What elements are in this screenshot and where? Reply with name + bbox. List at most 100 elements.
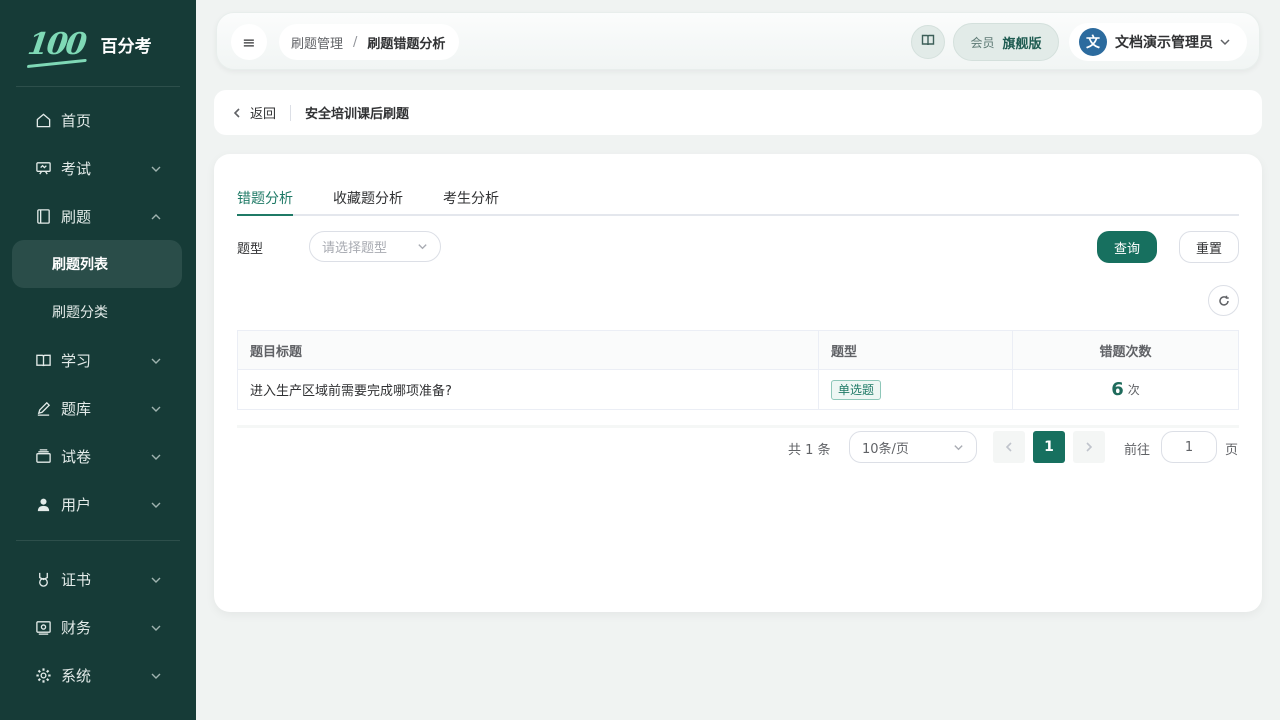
- exam-board-icon: [34, 159, 52, 177]
- sidebar-item-label: 财务: [61, 618, 92, 637]
- wrong-count-unit: 次: [1127, 383, 1140, 397]
- goto-label: 前往: [1124, 443, 1151, 458]
- column-header-title[interactable]: 题目标题: [238, 331, 819, 369]
- chevron-down-icon: [1219, 36, 1231, 52]
- chevron-left-icon: [233, 107, 240, 118]
- breadcrumb: 刷题管理 / 刷题错题分析: [279, 24, 460, 60]
- chevron-down-icon: [417, 241, 428, 256]
- column-header-type[interactable]: 题型: [819, 331, 1013, 369]
- sidebar-item-system[interactable]: 系统: [12, 651, 182, 699]
- tab-favorite-analysis[interactable]: 收藏题分析: [333, 188, 403, 216]
- sidebar-subitem-practice-list[interactable]: 刷题列表: [12, 240, 182, 288]
- filter-label: 题型: [237, 242, 264, 257]
- page-size-select[interactable]: 10条/页: [849, 431, 977, 463]
- sidebar-item-label: 刷题分类: [52, 305, 108, 321]
- tabs: 错题分析 收藏题分析 考生分析: [237, 184, 1239, 216]
- user-menu[interactable]: 文 文档演示管理员: [1069, 23, 1247, 61]
- sidebar-divider: [16, 540, 180, 541]
- page-number-current[interactable]: 1: [1033, 431, 1065, 463]
- menu-toggle-button[interactable]: ≡: [231, 24, 267, 60]
- sidebar-item-study[interactable]: 学习: [12, 336, 182, 384]
- table-header-row: 题目标题 题型 错题次数: [238, 331, 1238, 370]
- sidebar-item-practice[interactable]: 刷题: [12, 192, 182, 240]
- cell-question-title: 进入生产区域前需要完成哪项准备?: [238, 370, 819, 409]
- sidebar-item-label: 首页: [61, 111, 92, 130]
- top-header: ≡ 刷题管理 / 刷题错题分析 会员 旗舰版 文 文档演示管理员: [216, 12, 1260, 70]
- select-placeholder: 请选择题型: [322, 241, 388, 256]
- sidebar-item-exam[interactable]: 考试: [12, 144, 182, 192]
- wallet-icon: [34, 618, 52, 636]
- chevron-down-icon: [150, 449, 162, 461]
- home-icon: [34, 111, 52, 129]
- brand-logo[interactable]: 100 百分考: [25, 22, 152, 66]
- sidebar-item-papers[interactable]: 试卷: [12, 432, 182, 480]
- sidebar-item-label: 系统: [61, 666, 92, 685]
- member-plan: 旗舰版: [1002, 36, 1042, 52]
- pagination: 共 1 条 10条/页 1 前往 页: [214, 431, 1262, 463]
- sidebar-item-label: 刷题: [61, 207, 92, 226]
- pagination-total: 共 1 条: [788, 443, 831, 458]
- sidebar: 100 百分考 首页 考试 刷题 刷题列表 刷题分类 学习 题库 试卷 用户 证…: [0, 0, 196, 720]
- reset-button[interactable]: 重置: [1179, 231, 1239, 263]
- question-type-tag: 单选题: [831, 379, 882, 400]
- pen-icon: [34, 399, 52, 417]
- tab-examinee-analysis[interactable]: 考生分析: [443, 188, 499, 216]
- sidebar-item-label: 用户: [61, 495, 92, 514]
- column-header-count[interactable]: 错题次数: [1013, 331, 1238, 369]
- cell-wrong-count: 6 次: [1013, 370, 1238, 409]
- sidebar-item-question-bank[interactable]: 题库: [12, 384, 182, 432]
- refresh-button[interactable]: [1208, 285, 1239, 316]
- sidebar-item-label: 证书: [61, 570, 92, 589]
- open-book-icon: [34, 351, 52, 369]
- chevron-down-icon: [150, 572, 162, 584]
- sidebar-item-home[interactable]: 首页: [12, 96, 182, 144]
- gear-icon: [34, 666, 52, 684]
- sidebar-divider: [16, 86, 180, 87]
- page-header-bar: 返回 安全培训课后刷题: [214, 90, 1262, 135]
- back-button[interactable]: 返回: [232, 103, 276, 122]
- logo-mark: 100: [25, 26, 88, 62]
- sidebar-item-finance[interactable]: 财务: [12, 603, 182, 651]
- sidebar-subitem-practice-category[interactable]: 刷题分类: [12, 288, 182, 336]
- table-row[interactable]: 进入生产区域前需要完成哪项准备? 单选题 6 次: [238, 370, 1238, 410]
- chevron-down-icon: [953, 442, 964, 457]
- breadcrumb-item[interactable]: 刷题管理: [291, 33, 343, 52]
- goto-page-input[interactable]: [1161, 431, 1217, 463]
- chevron-down-icon: [150, 401, 162, 413]
- medal-icon: [34, 570, 52, 588]
- sidebar-item-label: 题库: [61, 399, 92, 418]
- search-button[interactable]: 查询: [1097, 231, 1157, 263]
- member-label: 会员: [970, 35, 995, 50]
- wrong-questions-table: 题目标题 题型 错题次数 进入生产区域前需要完成哪项准备? 单选题 6 次: [237, 330, 1239, 410]
- cell-question-type: 单选题: [819, 370, 1013, 409]
- chevron-down-icon: [150, 620, 162, 632]
- chevron-down-icon: [150, 497, 162, 509]
- question-type-select[interactable]: 请选择题型: [309, 231, 441, 262]
- tab-wrong-analysis[interactable]: 错题分析: [237, 188, 293, 216]
- tab-active-indicator: [237, 214, 293, 216]
- hamburger-icon: ≡: [242, 32, 256, 52]
- chevron-down-icon: [150, 161, 162, 173]
- header-divider: [290, 104, 292, 121]
- chevron-left-icon: [1005, 442, 1012, 452]
- paper-stack-icon: [34, 447, 52, 465]
- docs-button[interactable]: [911, 25, 945, 59]
- user-name: 文档演示管理员: [1115, 35, 1213, 51]
- membership-badge[interactable]: 会员 旗舰版: [953, 23, 1059, 61]
- goto-unit: 页: [1225, 443, 1239, 458]
- sidebar-item-label: 刷题列表: [52, 257, 108, 273]
- avatar: 文: [1079, 28, 1107, 56]
- user-icon: [34, 495, 52, 513]
- page-size-value: 10条/页: [862, 441, 909, 457]
- sidebar-item-users[interactable]: 用户: [12, 480, 182, 528]
- chevron-right-icon: [1086, 442, 1093, 452]
- sidebar-item-label: 试卷: [61, 447, 92, 466]
- prev-page-button[interactable]: [993, 431, 1025, 463]
- breadcrumb-current: 刷题错题分析: [367, 36, 446, 52]
- book-icon: [921, 33, 935, 51]
- chevron-down-icon: [150, 668, 162, 680]
- sidebar-item-certificates[interactable]: 证书: [12, 555, 182, 603]
- table-scrollbar[interactable]: [237, 425, 1239, 428]
- next-page-button[interactable]: [1073, 431, 1105, 463]
- page-title: 安全培训课后刷题: [305, 107, 410, 122]
